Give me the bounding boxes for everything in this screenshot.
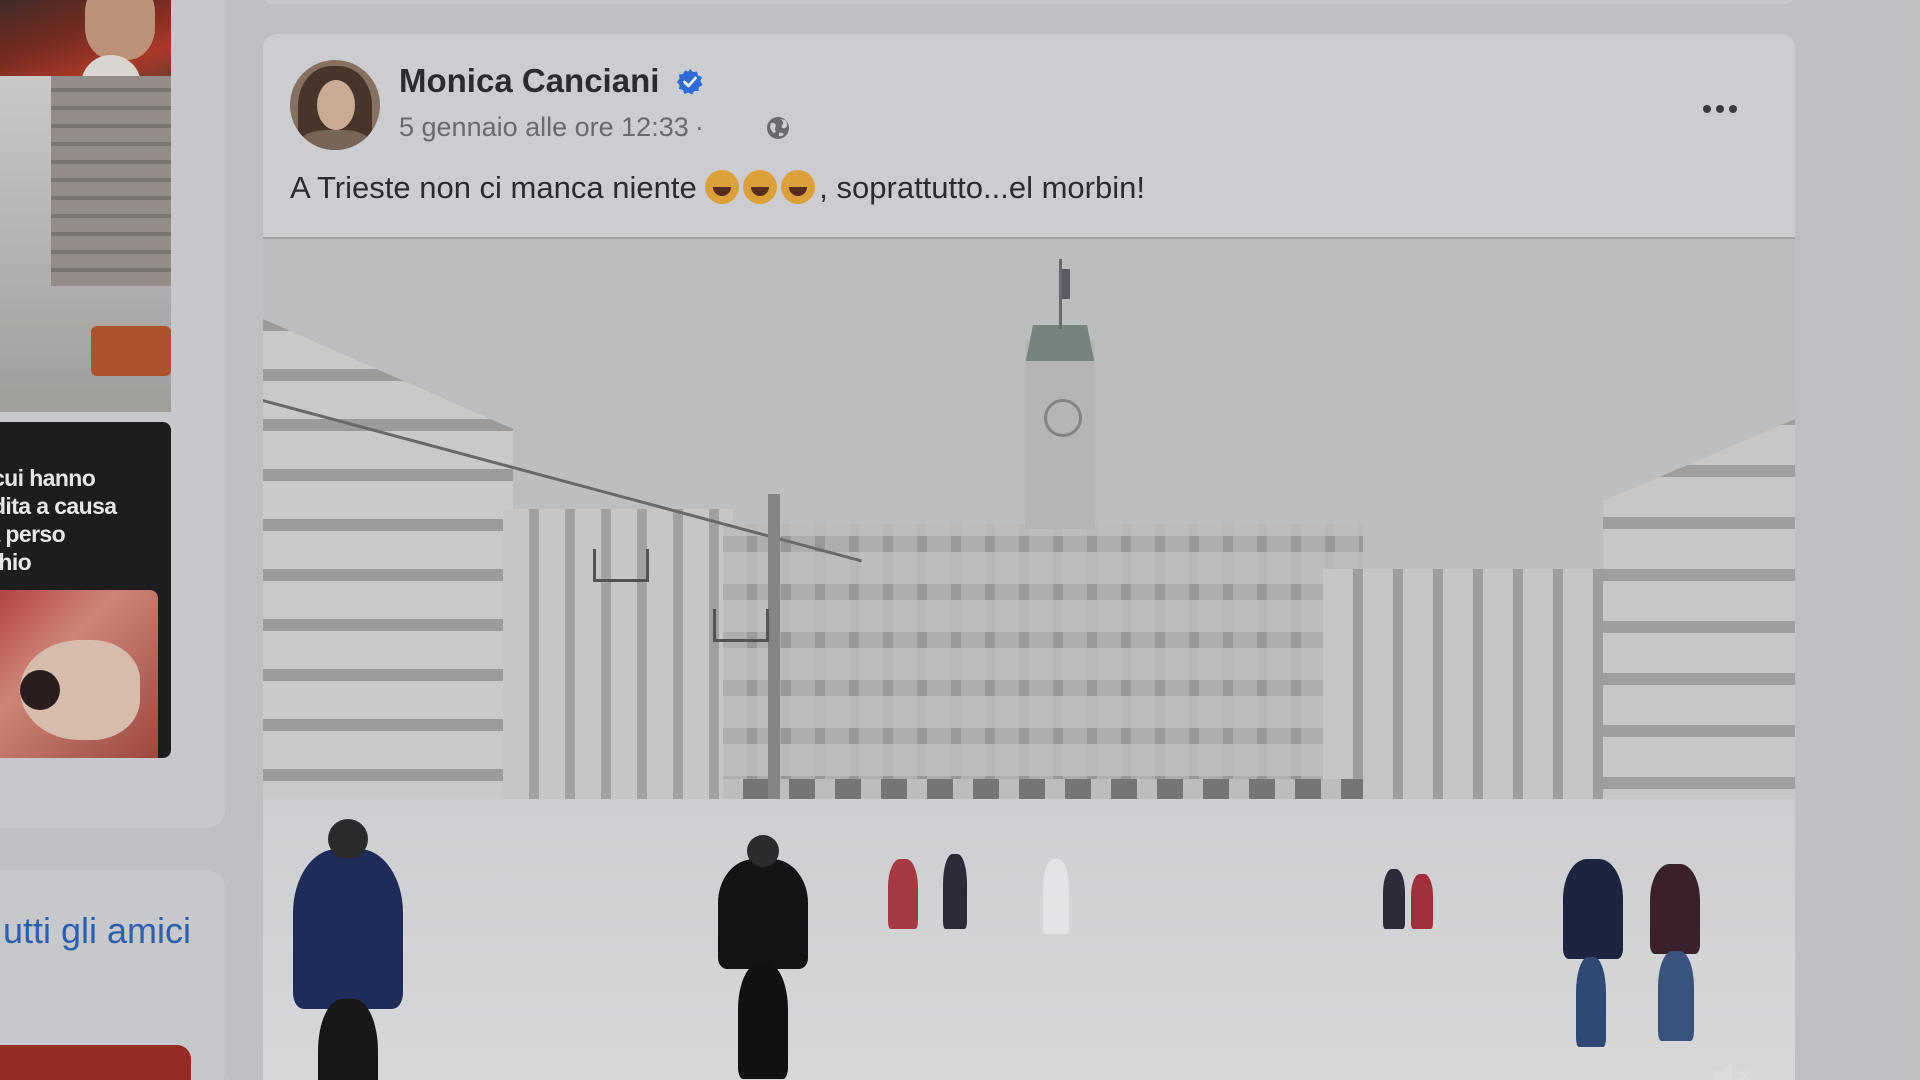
feed-post: Monica Canciani 5 gennaio alle ore 12:33… [263,34,1795,1080]
photo-flag [1062,269,1070,299]
friends-panel: utti gli amici [0,870,225,1080]
story-caption: a cui hanno 8 dita a causa ha perso cchi… [0,464,164,576]
see-all-friends-label: utti gli amici [2,910,191,951]
photo-pedestrian [1383,869,1405,929]
story-card[interactable] [0,76,171,412]
story-caption-line: cchio [0,549,32,575]
story-caption-line: a cui hanno [0,465,96,491]
story-photo [51,76,171,286]
friend-thumbnail[interactable] [0,1045,191,1080]
photo-pedestrian [1411,874,1433,929]
story-caption-line: ha perso [0,521,66,547]
laughing-emoji-icon [705,170,740,204]
more-dot [1729,105,1737,113]
story-card[interactable]: a cui hanno 8 dita a causa ha perso cchi… [0,422,171,758]
photo-pedestrian [1650,864,1700,954]
author-name[interactable]: Monica Canciani [399,62,659,100]
verified-badge-icon [677,69,703,95]
photo-skier [1043,859,1069,934]
story-photo [0,590,158,758]
meta-separator: · [694,112,704,142]
previous-post-edge [263,0,1795,4]
photo-skier-legs [738,964,788,1079]
avatar-detail [317,80,355,130]
photo-skier [888,859,918,929]
more-dot [1716,105,1724,113]
photo-skier [718,835,808,969]
photo-lift-chair [713,609,769,642]
post-text: A Trieste non ci manca niente , soprattu… [290,170,1145,206]
laughing-emoji-icon [781,170,816,204]
story-photo-detail [20,670,60,710]
photo-clock [1044,399,1082,437]
more-dot [1703,105,1711,113]
author-avatar[interactable] [290,60,380,150]
photo-pedestrian-legs [1658,951,1694,1041]
laughing-emoji-icon [743,170,778,204]
volume-muted-icon[interactable] [1710,1057,1760,1080]
see-all-friends-link[interactable]: utti gli amici [0,910,191,952]
post-video[interactable] [263,239,1795,1080]
photo-lift-chair [593,549,649,582]
photo-skier [293,819,403,1009]
story-photo-detail [91,326,171,376]
photo-pedestrian [1563,859,1623,959]
photo-building [263,319,513,819]
photo-skier-legs [318,999,378,1080]
photo-pedestrian-legs [1576,957,1606,1047]
post-timestamp[interactable]: 5 gennaio alle ore 12:33 [399,112,689,142]
photo-building [1323,569,1603,829]
photo-building [1603,419,1795,829]
more-options-icon[interactable] [1695,94,1745,124]
photo-lift-pole [768,494,780,834]
photo-skier [943,854,967,929]
post-text-start: A Trieste non ci manca niente [290,170,706,205]
page: a cui hanno 8 dita a causa ha perso cchi… [0,0,1920,1080]
photo-skier-head [328,819,368,859]
story-photo [85,0,155,60]
story-caption-line: 8 dita a causa [0,493,117,519]
photo-skier-head [747,835,779,867]
stories-panel: a cui hanno 8 dita a causa ha perso cchi… [0,0,225,828]
post-header: Monica Canciani 5 gennaio alle ore 12:33… [263,34,1795,239]
globe-icon[interactable] [764,114,792,142]
avatar-detail [300,130,370,150]
post-text-end: , soprattutto...el morbin! [819,170,1145,205]
post-meta: 5 gennaio alle ore 12:33 · [399,112,710,143]
